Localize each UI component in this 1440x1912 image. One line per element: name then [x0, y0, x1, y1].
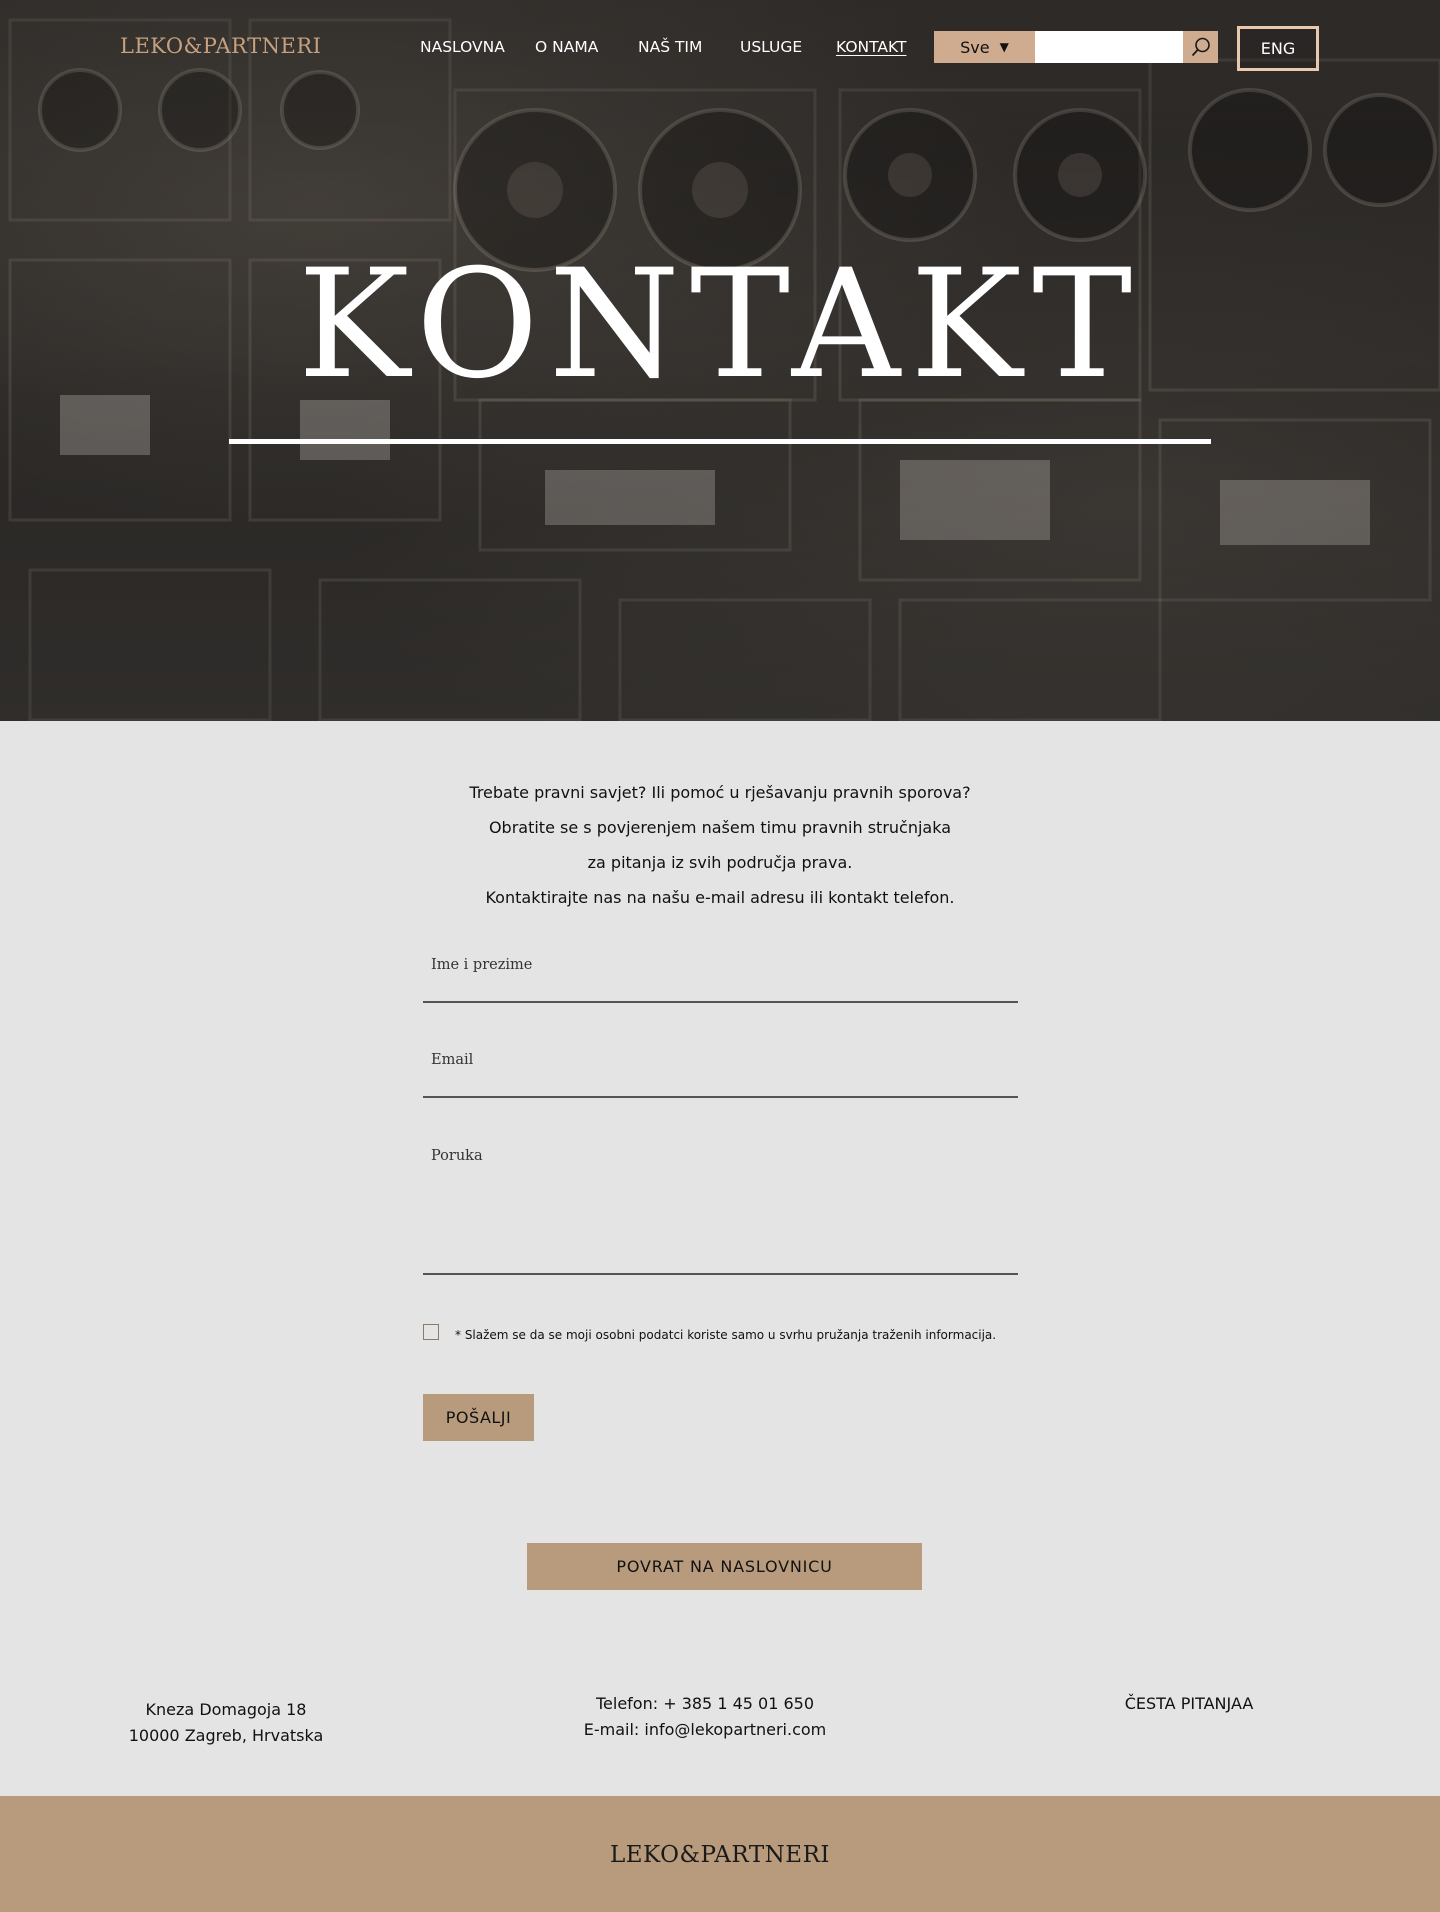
intro-text: Trebate pravni savjet? Ili pomoć u rješa…: [0, 775, 1440, 915]
header-logo[interactable]: LEKO&PARTNERI: [120, 34, 321, 58]
email-field-placeholder: Email: [431, 1052, 474, 1068]
consent-label: * Slažem se da se moji osobni podatci ko…: [455, 1328, 997, 1342]
caret-down-icon: ▼: [999, 40, 1009, 54]
back-to-home-button[interactable]: POVRAT NA NASLOVNICU: [527, 1543, 922, 1590]
title-divider: [229, 439, 1211, 444]
nav-kontakt[interactable]: KONTAKT: [836, 38, 906, 56]
email-field[interactable]: Email: [423, 1041, 1018, 1098]
name-field-placeholder: Ime i prezime: [431, 957, 533, 973]
consent-checkbox[interactable]: [423, 1324, 439, 1340]
intro-line: Kontaktirajte nas na našu e-mail adresu …: [485, 888, 955, 907]
message-field-placeholder: Poruka: [431, 1148, 483, 1164]
nav-o-nama[interactable]: O NAMA: [535, 38, 598, 56]
footer-contact: Telefon: + 385 1 45 01 650 E-mail: info@…: [555, 1691, 855, 1743]
name-field[interactable]: Ime i prezime: [423, 946, 1018, 1003]
footer-address: Kneza Domagoja 18 10000 Zagreb, Hrvatska: [76, 1697, 376, 1749]
address-line: Kneza Domagoja 18: [145, 1700, 307, 1719]
search-icon: [1191, 37, 1210, 57]
footer-logo[interactable]: LEKO&PARTNERI: [0, 1842, 1440, 1868]
search-input[interactable]: [1035, 31, 1183, 63]
footer-email[interactable]: E-mail: info@lekopartneri.com: [555, 1717, 855, 1743]
search-scope-value: Sve: [960, 37, 990, 57]
intro-line: Trebate pravni savjet? Ili pomoć u rješa…: [469, 783, 971, 802]
intro-line: Obratite se s povjerenjem našem timu pra…: [488, 818, 952, 837]
address-line: 10000 Zagreb, Hrvatska: [128, 1726, 324, 1745]
message-field[interactable]: Poruka: [423, 1136, 1018, 1275]
nav-usluge[interactable]: USLUGE: [740, 38, 802, 56]
footer-phone[interactable]: Telefon: + 385 1 45 01 650: [555, 1691, 855, 1717]
footer-faq-link[interactable]: ČESTA PITANJAA: [1039, 1691, 1339, 1717]
submit-button[interactable]: POŠALJI: [423, 1394, 534, 1441]
page-title: KONTAKT: [297, 238, 1143, 412]
search-button[interactable]: [1183, 31, 1218, 63]
nav-nas-tim[interactable]: NAŠ TIM: [638, 38, 702, 56]
nav-naslovna[interactable]: NASLOVNA: [420, 38, 505, 56]
search-scope-select[interactable]: Sve ▼: [934, 31, 1035, 63]
language-button[interactable]: ENG: [1237, 26, 1319, 71]
intro-line: za pitanja iz svih područja prava.: [587, 853, 853, 872]
